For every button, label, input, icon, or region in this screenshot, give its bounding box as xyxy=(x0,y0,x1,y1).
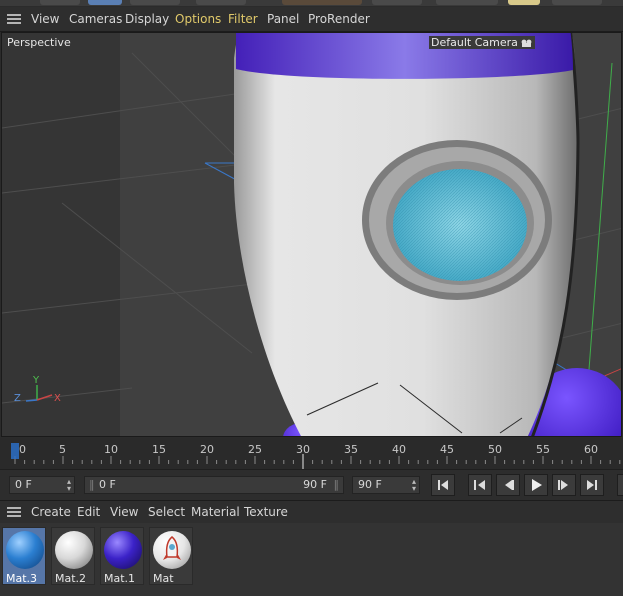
range-handle-icon[interactable]: ‖ xyxy=(334,478,340,491)
menu-options[interactable]: Options xyxy=(175,12,221,26)
rocket-texture-icon xyxy=(163,536,181,560)
menu-cameras[interactable]: Cameras xyxy=(69,12,122,26)
timeline-ruler[interactable]: 0 5 10 15 20 25 30 35 40 45 50 55 60 xyxy=(0,438,623,469)
go-to-end-button[interactable] xyxy=(580,474,604,496)
tick-label: 25 xyxy=(248,443,262,456)
viewport-scene: Y X Z xyxy=(2,33,621,436)
tick-label: 0 xyxy=(19,443,26,456)
material-swatch-mat-3[interactable]: Mat.3 xyxy=(2,527,46,585)
go-to-end-icon xyxy=(587,480,597,490)
tick-label: 40 xyxy=(392,443,406,456)
go-to-start-icon xyxy=(438,480,448,490)
axis-y-label: Y xyxy=(32,375,40,386)
spin-arrows-icon[interactable]: ▴ ▾ xyxy=(67,478,71,493)
viewport-name-label: Perspective xyxy=(7,36,71,49)
menu-view[interactable]: View xyxy=(110,505,138,519)
hamburger-menu-icon[interactable] xyxy=(7,507,21,517)
go-to-previous-key-icon xyxy=(474,480,485,490)
more-transport-button[interactable] xyxy=(617,474,623,496)
camera-icon xyxy=(521,39,532,47)
current-frame-value: 0 F xyxy=(15,478,32,491)
timeline-ticks xyxy=(14,454,621,469)
toolbar-button[interactable] xyxy=(508,0,540,5)
menu-filter[interactable]: Filter xyxy=(228,12,258,26)
transport-bar: 0 F ▴ ▾ ‖ 0 F 90 F ‖ 90 F ▴ ▾ xyxy=(0,469,623,500)
material-name: Mat xyxy=(153,572,174,585)
step-back-button[interactable] xyxy=(468,474,492,496)
go-to-start-button[interactable] xyxy=(431,474,455,496)
menu-material[interactable]: Material xyxy=(191,505,240,519)
viewport-menu-bar: View Cameras Display Options Filter Pane… xyxy=(0,7,623,32)
step-back-frame-button[interactable] xyxy=(496,474,520,496)
frame-range-slider[interactable]: ‖ 0 F 90 F ‖ xyxy=(84,476,344,494)
menu-display[interactable]: Display xyxy=(125,12,169,26)
step-back-icon xyxy=(505,480,514,490)
toolbar-button[interactable] xyxy=(436,0,498,5)
menu-edit[interactable]: Edit xyxy=(77,505,100,519)
play-icon xyxy=(532,479,542,491)
menu-prorender[interactable]: ProRender xyxy=(308,12,370,26)
material-swatch-mat[interactable]: Mat xyxy=(149,527,193,585)
timeline-playhead[interactable] xyxy=(11,443,19,459)
tick-label: 35 xyxy=(344,443,358,456)
tick-label: 60 xyxy=(584,443,598,456)
material-name: Mat.3 xyxy=(6,572,38,585)
menu-texture[interactable]: Texture xyxy=(244,505,288,519)
toolbar-button-active[interactable] xyxy=(88,0,122,5)
menu-create[interactable]: Create xyxy=(31,505,71,519)
current-frame-field[interactable]: 0 F ▴ ▾ xyxy=(9,476,75,494)
range-start-value: 0 F xyxy=(99,478,116,491)
toolbar-button[interactable] xyxy=(282,0,362,5)
end-frame-value: 90 F xyxy=(358,478,382,491)
material-preview-ball xyxy=(153,531,191,569)
axis-z-label: Z xyxy=(14,393,21,404)
material-swatch-mat-1[interactable]: Mat.1 xyxy=(100,527,144,585)
camera-label-text: Default Camera xyxy=(431,36,518,49)
top-toolbar-strip xyxy=(0,0,623,6)
range-handle-icon[interactable]: ‖ xyxy=(89,478,95,491)
material-swatch-mat-2[interactable]: Mat.2 xyxy=(51,527,95,585)
play-button[interactable] xyxy=(524,474,548,496)
range-end-value: 90 F xyxy=(303,478,327,491)
camera-label[interactable]: Default Camera xyxy=(429,36,536,49)
tick-label: 10 xyxy=(104,443,118,456)
toolbar-button[interactable] xyxy=(552,0,602,5)
menu-select[interactable]: Select xyxy=(148,505,185,519)
menu-panel[interactable]: Panel xyxy=(267,12,299,26)
toolbar-button[interactable] xyxy=(40,0,80,5)
tick-label: 5 xyxy=(59,443,66,456)
toolbar-button[interactable] xyxy=(196,0,246,5)
tick-label: 20 xyxy=(200,443,214,456)
spin-arrows-icon[interactable]: ▴ ▾ xyxy=(412,478,416,493)
tick-label: 50 xyxy=(488,443,502,456)
hamburger-menu-icon[interactable] xyxy=(7,14,21,24)
material-name: Mat.2 xyxy=(55,572,87,585)
tick-label: 55 xyxy=(536,443,550,456)
tick-label: 30 xyxy=(296,443,310,456)
tick-label: 15 xyxy=(152,443,166,456)
menu-view[interactable]: View xyxy=(31,12,59,26)
material-preview-ball xyxy=(104,531,142,569)
step-forward-button[interactable] xyxy=(552,474,576,496)
axis-x-label: X xyxy=(54,393,61,404)
toolbar-button[interactable] xyxy=(130,0,180,5)
end-frame-field[interactable]: 90 F ▴ ▾ xyxy=(352,476,420,494)
step-forward-icon xyxy=(558,480,568,490)
material-name: Mat.1 xyxy=(104,572,136,585)
material-manager-area[interactable]: Mat.3 Mat.2 Mat.1 Mat xyxy=(0,523,623,596)
tick-label: 45 xyxy=(440,443,454,456)
material-preview-ball xyxy=(6,531,44,569)
material-preview-ball xyxy=(55,531,93,569)
perspective-viewport[interactable]: Y X Z Perspective Default Camera xyxy=(1,32,622,437)
material-manager-menu-bar: Create Edit View Select Material Texture xyxy=(0,500,623,524)
toolbar-button[interactable] xyxy=(372,0,422,5)
